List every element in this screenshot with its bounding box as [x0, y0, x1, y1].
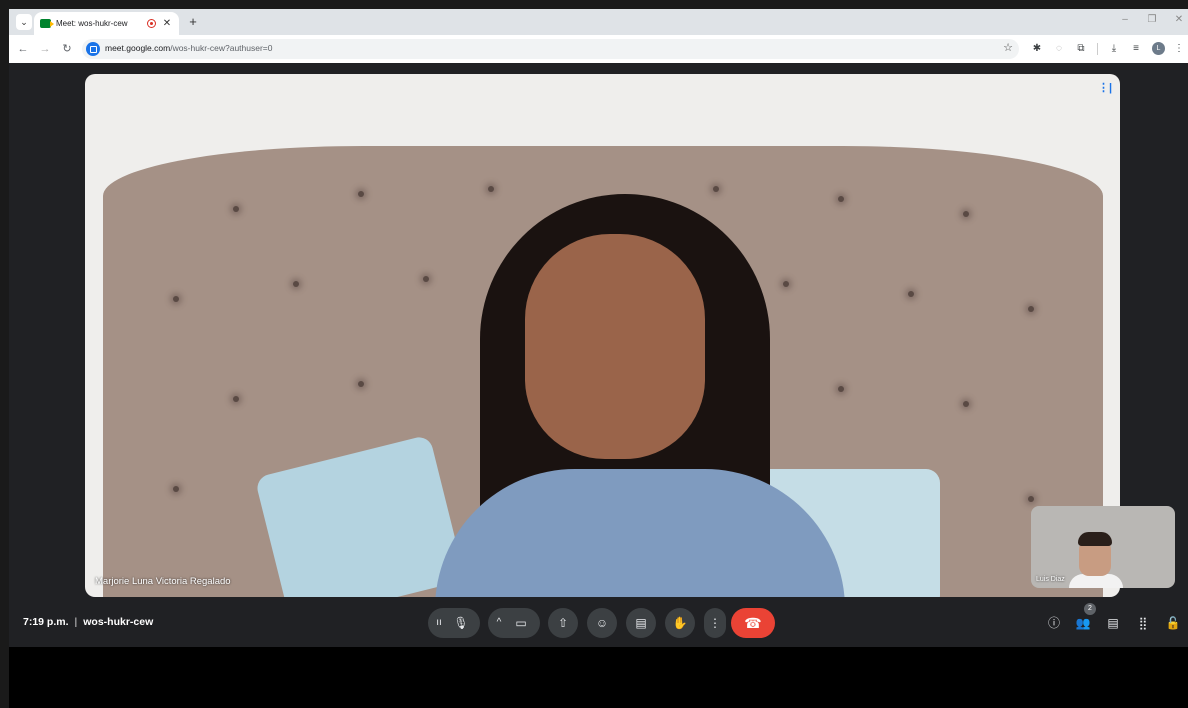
puzzle-icon[interactable]: ⧉: [1073, 41, 1089, 57]
back-icon[interactable]: ←: [15, 41, 31, 57]
tab-search-icon[interactable]: ⌄: [16, 14, 32, 30]
forward-icon[interactable]: →: [37, 41, 53, 57]
activities-icon[interactable]: ⣿: [1134, 614, 1152, 632]
site-info-icon[interactable]: [86, 42, 100, 56]
leave-call-button[interactable]: ☎: [731, 608, 775, 638]
people-icon[interactable]: 👥: [1074, 614, 1092, 632]
url-text[interactable]: meet.google.com/wos-hukr-cew?authuser=0: [105, 43, 273, 53]
main-video-tile[interactable]: ⋮| Marjorie Luna Victoria Regalado: [85, 74, 1120, 597]
camera-icon[interactable]: ▭: [510, 608, 532, 638]
self-participant-name: Luis Diaz: [1036, 576, 1065, 583]
self-video-tile[interactable]: Luis Diaz: [1031, 506, 1175, 588]
recording-icon: [147, 19, 156, 28]
new-tab-button[interactable]: +: [185, 14, 201, 30]
download-icon[interactable]: ⤓: [1106, 41, 1122, 57]
meet-favicon-icon: [40, 19, 54, 28]
menu-icon[interactable]: ⋮: [1171, 41, 1187, 57]
meet-stage: ⋮| Marjorie Luna Victoria Regalado Luis …: [9, 63, 1188, 647]
main-participant-name: Marjorie Luna Victoria Regalado: [95, 576, 231, 587]
profile-avatar[interactable]: L: [1152, 42, 1165, 55]
window-border-left: [0, 0, 9, 708]
meeting-info-icon[interactable]: ⓘ: [1045, 614, 1063, 632]
microphone-icon[interactable]: 🎙: [450, 608, 472, 638]
media-icon[interactable]: ≡: [1128, 41, 1144, 57]
captions-button[interactable]: ▤: [626, 608, 656, 638]
meeting-details: 7:19 p.m. | wos-hukr-cew: [23, 616, 154, 628]
browser-toolbar: ← → ↻ meet.google.com/wos-hukr-cew?authu…: [9, 35, 1188, 63]
toolbar-divider: [1097, 43, 1098, 55]
tab-close-icon[interactable]: ✕: [161, 18, 173, 29]
camera-control-group: ^ ▭: [488, 608, 540, 638]
chat-extension-icon[interactable]: ◌: [1051, 41, 1067, 57]
mic-control-group: ıı 🎙: [428, 608, 480, 638]
address-bar[interactable]: meet.google.com/wos-hukr-cew?authuser=0 …: [82, 39, 1019, 59]
audio-level-icon[interactable]: ıı: [428, 608, 450, 638]
host-controls-icon[interactable]: 🔓: [1164, 614, 1182, 632]
bookmark-star-icon[interactable]: ☆: [1003, 41, 1013, 54]
raise-hand-button[interactable]: ✋: [665, 608, 695, 638]
camera-options-chevron-icon[interactable]: ^: [488, 608, 510, 638]
minimize-icon[interactable]: –: [1117, 14, 1133, 25]
browser-tab[interactable]: Meet: wos-hukr-cew ✕: [34, 12, 179, 35]
meeting-time: 7:19 p.m.: [23, 616, 69, 628]
more-options-button[interactable]: ⋮: [704, 608, 726, 638]
restore-icon[interactable]: ❐: [1144, 14, 1160, 25]
meeting-code: wos-hukr-cew: [83, 616, 154, 628]
extension-icon[interactable]: ✱: [1029, 41, 1045, 57]
reload-icon[interactable]: ↻: [59, 41, 75, 57]
speaking-indicator-icon: ⋮|: [1098, 82, 1113, 94]
tab-strip: ⌄ Meet: wos-hukr-cew ✕ + – ❐ ✕: [9, 9, 1188, 35]
present-screen-button[interactable]: ⇧: [548, 608, 578, 638]
close-window-icon[interactable]: ✕: [1171, 14, 1187, 25]
window-border-top: [0, 0, 1188, 9]
tab-title: Meet: wos-hukr-cew: [56, 19, 128, 28]
reactions-button[interactable]: ☺: [587, 608, 617, 638]
chat-icon[interactable]: ▤: [1104, 614, 1122, 632]
